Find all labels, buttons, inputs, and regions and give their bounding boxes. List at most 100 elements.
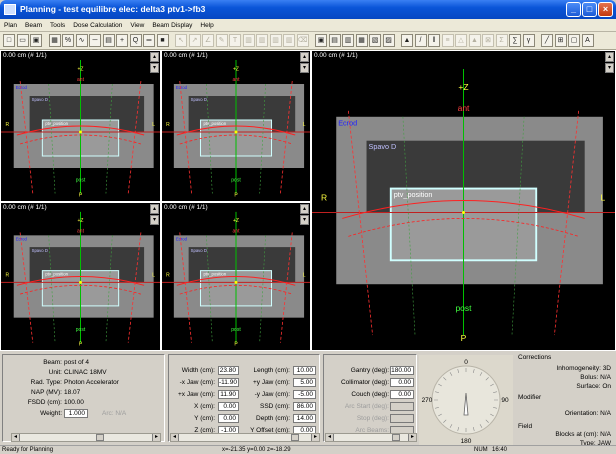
view5-icon[interactable]: ▧ <box>369 34 381 47</box>
slice-down-icon[interactable]: ▾ <box>605 63 614 73</box>
slice-up-icon[interactable]: ▴ <box>150 52 159 62</box>
view3-icon[interactable]: ▥ <box>342 34 354 47</box>
slice-down-icon[interactable]: ▾ <box>150 63 159 73</box>
measure-icon[interactable]: ═ <box>143 34 155 47</box>
contour-icon[interactable]: ∠ <box>202 34 214 47</box>
slice-up-icon[interactable]: ▴ <box>300 204 309 214</box>
percent-icon[interactable]: % <box>62 34 74 47</box>
scroll-thumb[interactable] <box>392 434 400 441</box>
label-posterior: post <box>455 303 472 313</box>
slice-up-icon[interactable]: ▴ <box>300 52 309 62</box>
isodose-icon[interactable]: ∿ <box>75 34 88 47</box>
layout-icon[interactable]: ▥ <box>283 34 295 47</box>
font-icon[interactable]: A <box>581 34 594 47</box>
x-field[interactable]: 0.00 <box>218 402 239 411</box>
layout-icon[interactable]: ▥ <box>269 34 282 47</box>
grid-icon[interactable]: ▦ <box>48 34 61 47</box>
view2-icon[interactable]: ▤ <box>328 34 341 47</box>
couch-field[interactable]: 0.00 <box>390 390 414 399</box>
beam-label: Beam: <box>43 359 62 366</box>
pointer-icon[interactable]: ↖ <box>175 34 187 47</box>
save-icon[interactable]: ▣ <box>30 34 42 47</box>
view4-icon[interactable]: ▦ <box>355 34 368 47</box>
view-large[interactable]: +Z ant post P R L Ecrod Spavo D ptv_position 0.00… <box>312 51 615 350</box>
gantry-dial[interactable]: 0 90 180 270 <box>419 355 513 445</box>
menu-dose-calculation[interactable]: Dose Calculation <box>69 19 126 32</box>
new-icon[interactable]: □ <box>3 34 15 47</box>
menu-tools[interactable]: Tools <box>46 19 69 32</box>
gantry-field[interactable]: 180.00 <box>390 366 414 375</box>
menu-help[interactable]: Help <box>196 19 217 32</box>
yjaw-pos-field[interactable]: 5.00 <box>293 378 316 387</box>
sum-icon[interactable]: Σ <box>495 34 508 47</box>
label-left: R <box>166 273 170 279</box>
eraser-icon[interactable]: ⌫ <box>296 34 309 47</box>
arrow-icon[interactable]: ↗ <box>188 34 201 47</box>
menu-view[interactable]: View <box>126 19 148 32</box>
view-bottom-left[interactable]: +Z ant post P R L Ecrod Spavo D ptv_position 0.00… <box>1 203 160 350</box>
close-button[interactable]: × <box>598 2 613 17</box>
menu-beam[interactable]: Beam <box>21 19 46 32</box>
xjaw-neg-label: -x Jaw (cm): <box>179 379 215 386</box>
edit-icon[interactable]: ✎ <box>215 34 228 47</box>
layout-icon[interactable]: ▥ <box>256 34 268 47</box>
scroll-left-icon[interactable]: ◂ <box>171 434 179 441</box>
triangle-icon[interactable]: △ <box>455 34 467 47</box>
slice-down-icon[interactable]: ▾ <box>300 63 309 73</box>
maximize-button[interactable]: □ <box>582 2 597 17</box>
geometry-scrollbar[interactable]: ◂ ▸ <box>170 433 320 442</box>
scroll-right-icon[interactable]: ▸ <box>408 434 416 441</box>
depth-field[interactable]: 14.00 <box>293 414 316 423</box>
warning-icon[interactable]: ▲ <box>401 34 413 47</box>
pencil-icon[interactable]: / <box>414 34 427 47</box>
beam-view-graphic: +Z ant post P R L Ecrod Spavo D ptv_position <box>312 68 615 343</box>
collimator-field[interactable]: 0.00 <box>390 378 414 387</box>
scroll-thumb[interactable] <box>96 434 104 441</box>
slice-up-icon[interactable]: ▴ <box>605 52 614 62</box>
sigma-icon[interactable]: ∑ <box>509 34 521 47</box>
table-icon[interactable]: ▤ <box>102 34 115 47</box>
crosshair-icon[interactable]: + <box>116 34 128 47</box>
slice-down-icon[interactable]: ▾ <box>150 215 159 225</box>
text-icon[interactable]: T <box>229 34 241 47</box>
warning-icon[interactable]: ▲ <box>468 34 481 47</box>
gamma-icon[interactable]: γ <box>522 34 535 47</box>
color-icon[interactable]: ■ <box>156 34 169 47</box>
view-bottom-middle[interactable]: +Z ant post P R L Ecrod Spavo D ptv_position 0.00… <box>162 203 310 350</box>
view1-icon[interactable]: ▣ <box>315 34 327 47</box>
view6-icon[interactable]: ▨ <box>382 34 395 47</box>
zoom-icon[interactable]: Q <box>129 34 142 47</box>
window-icon[interactable]: ▢ <box>568 34 580 47</box>
width-field[interactable]: 23.80 <box>218 366 239 375</box>
yjaw-neg-field[interactable]: -5.00 <box>293 390 316 399</box>
view-top-middle[interactable]: +Z ant post P R L Ecrod Spavo D ptv_position 0.00… <box>162 51 310 201</box>
open-icon[interactable]: ▭ <box>16 34 29 47</box>
beam-scrollbar[interactable]: ◂ ▸ <box>11 433 161 442</box>
chart-icon[interactable]: ‖ <box>428 34 440 47</box>
view-icon[interactable]: ⊞ <box>554 34 567 47</box>
beam-parameters-panel: Beam: post of 4 Unit: CLINAC 18MV Rad. T… <box>0 350 616 454</box>
matrix-icon[interactable]: ⊠ <box>482 34 494 47</box>
ruler-icon[interactable]: ─ <box>89 34 101 47</box>
menu-plan[interactable]: Plan <box>0 19 21 32</box>
slice-up-icon[interactable]: ▴ <box>150 204 159 214</box>
scroll-left-icon[interactable]: ◂ <box>326 434 334 441</box>
minimize-button[interactable]: _ <box>566 2 581 17</box>
angles-scrollbar[interactable]: ◂ ▸ <box>325 433 417 442</box>
layout-icon[interactable]: ▥ <box>242 34 255 47</box>
dvh-icon[interactable]: ╱ <box>541 34 553 47</box>
scroll-right-icon[interactable]: ▸ <box>152 434 160 441</box>
scroll-thumb[interactable] <box>291 434 299 441</box>
xjaw-pos-field[interactable]: 11.90 <box>218 390 239 399</box>
y-field[interactable]: 0.00 <box>218 414 239 423</box>
length-field[interactable]: 10.00 <box>293 366 316 375</box>
scroll-right-icon[interactable]: ▸ <box>311 434 319 441</box>
slice-down-icon[interactable]: ▾ <box>300 215 309 225</box>
xjaw-neg-field[interactable]: -11.90 <box>218 378 239 387</box>
scroll-left-icon[interactable]: ◂ <box>12 434 20 441</box>
menu-beam-display[interactable]: Beam Display <box>148 19 196 32</box>
weight-field[interactable]: 1.000 <box>64 409 88 418</box>
view-top-left[interactable]: +Z ant post P R L Ecrod Spavo D ptv_position 0.00… <box>1 51 160 201</box>
align-icon[interactable]: ≡ <box>441 34 454 47</box>
ssd-field[interactable]: 86.00 <box>293 402 316 411</box>
